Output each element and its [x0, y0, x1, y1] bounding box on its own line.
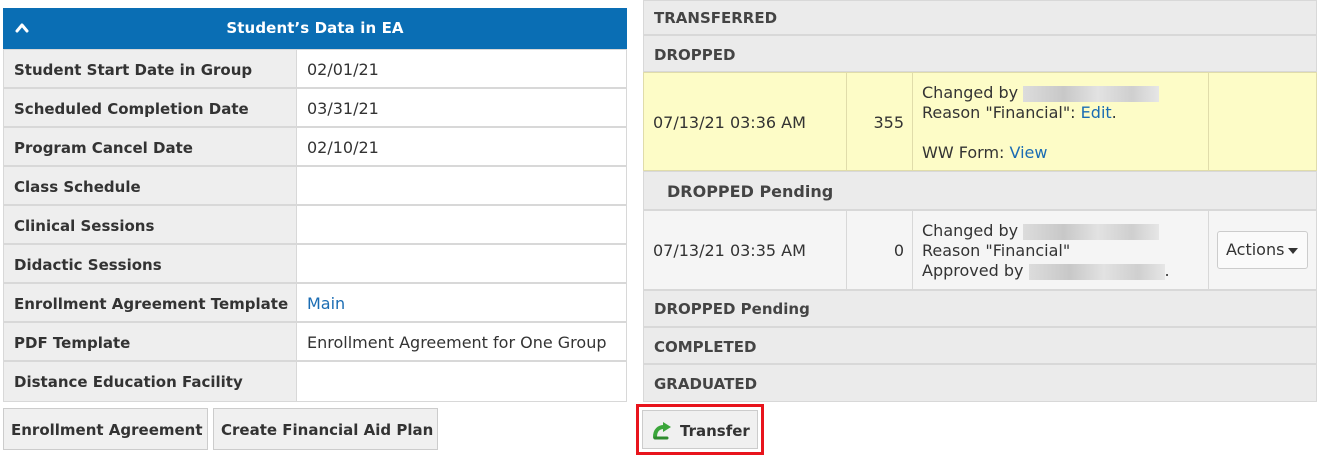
status-dropped-pending: DROPPED Pending	[643, 290, 1317, 327]
ww-form-view-link[interactable]: View	[1010, 143, 1048, 162]
edit-reason-link[interactable]: Edit	[1081, 103, 1112, 122]
reason-label: Reason "Financial":	[922, 103, 1076, 122]
row-label: PDF Template	[3, 322, 296, 361]
approved-by-line: Approved by .	[922, 261, 1170, 280]
dropped-pending-heading: DROPPED Pending	[643, 171, 1317, 210]
row-pdf-template: PDF Template Enrollment Agreement for On…	[3, 322, 627, 361]
actions-dropdown-button[interactable]: Actions	[1217, 231, 1308, 269]
redacted-name	[1028, 263, 1165, 280]
row-label: Distance Education Facility	[3, 361, 296, 402]
changed-by-label: Changed by	[922, 221, 1019, 240]
pending-entry-row: 07/13/21 03:35 AM 0 Changed by Reason "F…	[643, 210, 1317, 290]
row-value: Enrollment Agreement for One Group	[296, 322, 627, 361]
row-class-schedule: Class Schedule	[3, 166, 627, 205]
changed-by-label: Changed by	[922, 83, 1019, 102]
actions-label: Actions	[1226, 240, 1285, 259]
status-graduated: GRADUATED	[643, 364, 1317, 402]
template-main-link[interactable]: Main	[307, 294, 345, 313]
row-value	[296, 361, 627, 402]
row-label: Program Cancel Date	[3, 127, 296, 166]
dropped-details-cell: Changed by Reason "Financial": Edit. WW …	[913, 73, 1209, 170]
row-value: 02/10/21	[296, 127, 627, 166]
dropped-count: 355	[873, 113, 904, 132]
status-completed: COMPLETED	[643, 327, 1317, 364]
redacted-name	[1023, 223, 1160, 240]
row-label: Class Schedule	[3, 166, 296, 205]
row-label: Clinical Sessions	[3, 205, 296, 244]
row-value	[296, 244, 627, 283]
ww-form-label: WW Form:	[922, 143, 1005, 162]
row-program-cancel-date: Program Cancel Date 02/10/21	[3, 127, 627, 166]
row-value: 03/31/21	[296, 88, 627, 127]
pending-details-cell: Changed by Reason "Financial" Approved b…	[913, 211, 1209, 289]
changed-by-line: Changed by	[922, 221, 1160, 240]
approved-by-label: Approved by	[922, 261, 1024, 280]
dropped-datetime: 07/13/21 03:36 AM	[653, 113, 806, 132]
row-clinical-sessions: Clinical Sessions	[3, 205, 627, 244]
student-data-title: Student’s Data in EA	[226, 19, 404, 37]
dropped-count-cell: 355	[847, 73, 913, 170]
enrollment-agreement-button[interactable]: Enrollment Agreement	[3, 408, 208, 450]
caret-down-icon	[1288, 247, 1299, 254]
row-value	[296, 205, 627, 244]
row-value	[296, 166, 627, 205]
dropped-datetime-cell: 07/13/21 03:36 AM	[644, 73, 847, 170]
reason-line: Reason "Financial": Edit.	[922, 103, 1117, 122]
row-value: Main	[296, 283, 627, 322]
redacted-name	[1023, 85, 1160, 102]
pending-count-cell: 0	[847, 211, 913, 289]
create-financial-aid-plan-button[interactable]: Create Financial Aid Plan	[213, 408, 438, 450]
reason-text: Reason "Financial"	[922, 241, 1071, 260]
row-label: Enrollment Agreement Template	[3, 283, 296, 322]
pending-count: 0	[893, 241, 904, 260]
dropped-entry-row: 07/13/21 03:36 AM 355 Changed by Reason …	[643, 72, 1317, 171]
row-distance-education-facility: Distance Education Facility	[3, 361, 627, 402]
row-didactic-sessions: Didactic Sessions	[3, 244, 627, 283]
status-transferred: TRANSFERRED	[643, 0, 1317, 35]
pending-datetime-cell: 07/13/21 03:35 AM	[644, 211, 847, 289]
row-student-start-date: Student Start Date in Group 02/01/21	[3, 49, 627, 88]
row-label: Student Start Date in Group	[3, 49, 296, 88]
row-enrollment-agreement-template: Enrollment Agreement Template Main	[3, 283, 627, 322]
changed-by-line: Changed by	[922, 83, 1160, 102]
transfer-arrow-icon	[653, 422, 671, 440]
pending-datetime: 07/13/21 03:35 AM	[653, 241, 806, 260]
transfer-label: Transfer	[680, 422, 750, 440]
status-dropped: DROPPED	[643, 35, 1317, 72]
row-label: Scheduled Completion Date	[3, 88, 296, 127]
ww-form-line: WW Form: View	[922, 143, 1047, 162]
student-data-header[interactable]: Student’s Data in EA	[3, 8, 627, 49]
transfer-button[interactable]: Transfer	[642, 410, 758, 449]
row-scheduled-completion-date: Scheduled Completion Date 03/31/21	[3, 88, 627, 127]
row-label: Didactic Sessions	[3, 244, 296, 283]
row-value: 02/01/21	[296, 49, 627, 88]
